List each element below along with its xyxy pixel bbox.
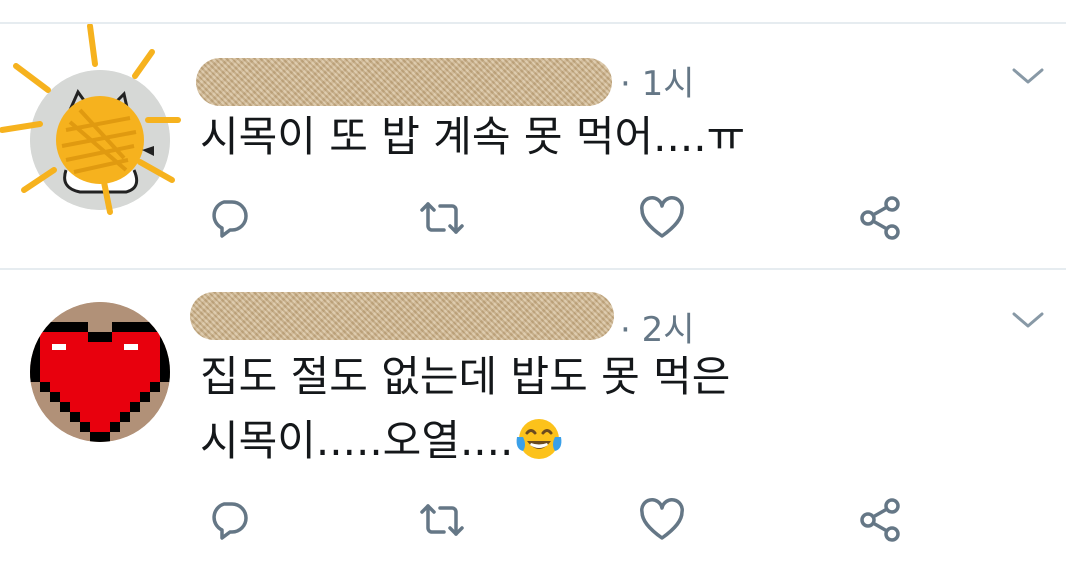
share-button[interactable] [856,194,904,242]
retweet-button[interactable] [418,194,466,242]
share-icon [860,196,900,240]
reply-icon [212,502,248,540]
heart-icon [640,498,684,540]
tweet-2[interactable]: · 2시 집도 절도 없는데 밥도 못 먹은 시목이.....오열.... [0,270,1066,562]
like-button[interactable] [638,496,686,544]
tweet-text-line-2: 시목이.....오열.... [200,414,563,468]
username-redacted [190,292,614,340]
retweet-icon [420,504,464,536]
chevron-down-icon [1012,312,1044,328]
tweet-text-line-1: 집도 절도 없는데 밥도 못 먹은 [200,352,731,401]
tweet-time[interactable]: · 1시 [620,56,695,105]
more-menu[interactable] [1010,64,1046,88]
tweet-text: 시목이 또 밥 계속 못 먹어....ㅠ [200,112,746,161]
tweet-text-line-2-label: 시목이.....오열.... [200,416,514,465]
share-icon [860,498,900,542]
more-menu[interactable] [1010,308,1046,332]
like-button[interactable] [638,194,686,242]
tweet-1[interactable]: · 1시 시목이 또 밥 계속 못 먹어....ㅠ [0,24,1066,268]
face-with-tears-of-joy-icon [516,419,562,459]
username-redacted [196,58,612,106]
tweet-time[interactable]: · 2시 [620,302,695,351]
reply-button[interactable] [204,194,252,242]
retweet-button[interactable] [418,496,466,544]
avatar[interactable] [30,302,170,442]
share-button[interactable] [856,496,904,544]
retweet-icon [420,202,464,234]
sun-rays-icon [0,24,181,215]
heart-icon [640,196,684,238]
pixel-heart-avatar-icon [30,302,170,442]
reply-button[interactable] [204,496,252,544]
chevron-down-icon [1012,68,1044,84]
reply-icon [212,200,248,238]
